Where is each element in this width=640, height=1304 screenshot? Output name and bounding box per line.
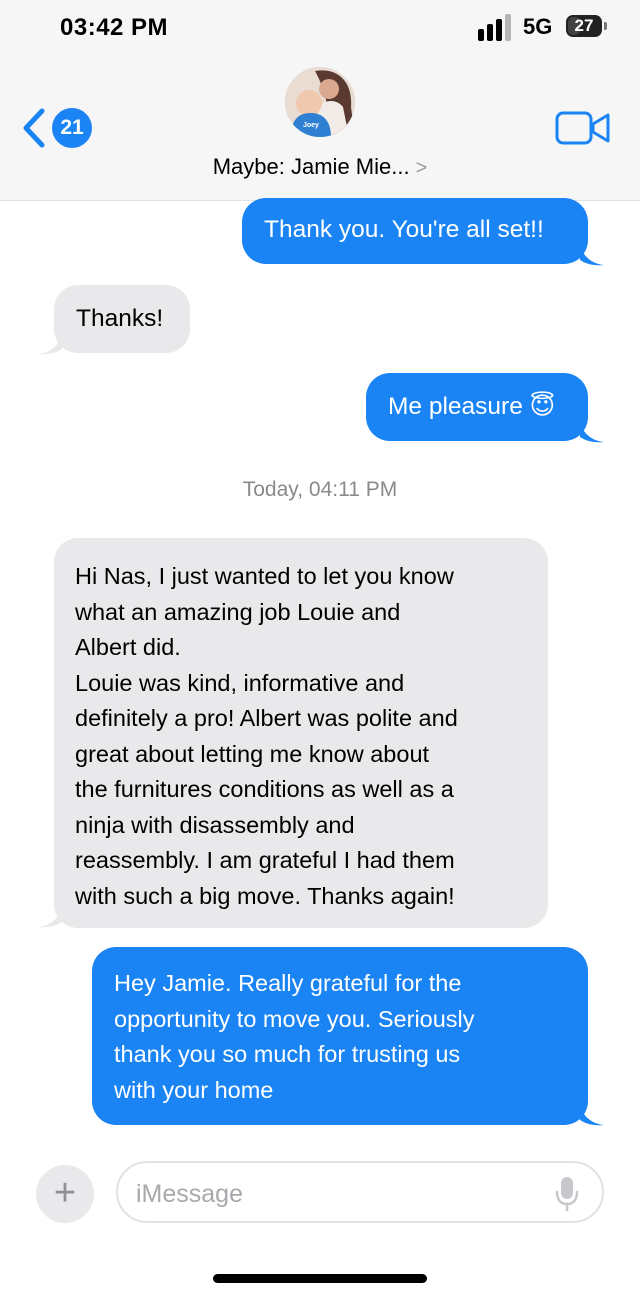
contact-avatar[interactable]: Joey <box>285 67 355 137</box>
microphone-icon[interactable] <box>554 1175 580 1213</box>
apps-plus-button[interactable]: + <box>36 1165 94 1223</box>
avatar-caption: Joey <box>303 122 319 129</box>
home-indicator[interactable] <box>213 1274 427 1283</box>
signal-strength-icon <box>478 13 518 41</box>
message-bubble-sent[interactable]: Hey Jamie. Really grateful for the oppor… <box>92 947 588 1125</box>
contact-name: Maybe: Jamie Mie... <box>212 154 410 179</box>
message-timestamp: Today, 04:11 PM <box>242 478 398 501</box>
contact-photo-icon: Joey <box>285 67 355 137</box>
network-type: 5G <box>523 14 553 39</box>
bubble-tail <box>38 333 62 355</box>
message-input-field[interactable] <box>116 1161 604 1223</box>
unread-count-badge: 21 <box>52 108 92 148</box>
bubble-tail <box>580 421 604 443</box>
message-bubble-sent[interactable]: Thank you. You're all set!! <box>242 198 588 264</box>
bubble-tail <box>38 906 62 928</box>
chevron-left-icon <box>23 108 45 148</box>
facetime-video-icon[interactable] <box>555 110 611 146</box>
battery-level: 27 <box>574 16 594 35</box>
battery-icon: 27 <box>566 15 607 37</box>
contact-name-button[interactable]: Maybe: Jamie Mie... > <box>0 154 640 180</box>
bubble-tail <box>580 1104 604 1126</box>
navigation-header: 03:42 PM 5G 27 21 Joey Maybe: Jamie Mie.… <box>0 0 640 201</box>
back-button[interactable]: 21 <box>20 107 92 149</box>
chevron-right-icon: > <box>415 157 428 179</box>
message-bubble-received[interactable]: Hi Nas, I just wanted to let you know wh… <box>54 538 548 928</box>
message-bubble-sent[interactable]: Me pleasure 😇 <box>366 373 588 441</box>
bubble-tail <box>580 244 604 266</box>
message-input[interactable] <box>134 1175 538 1213</box>
message-bubble-received[interactable]: Thanks! <box>54 285 190 353</box>
status-time: 03:42 PM <box>60 14 169 41</box>
